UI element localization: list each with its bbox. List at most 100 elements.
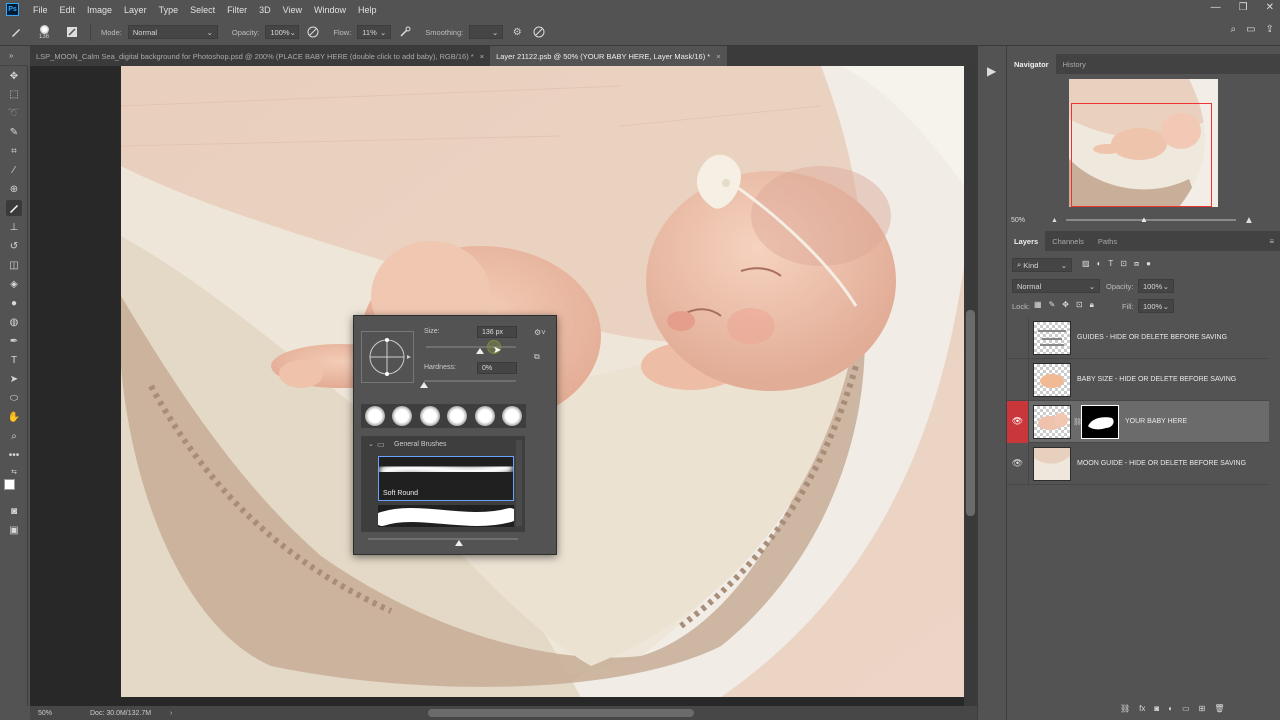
new-layer-icon[interactable]: ⊞ [1199, 704, 1206, 713]
collapse-chevron-icon[interactable]: » [9, 51, 13, 60]
horizontal-scroll-thumb[interactable] [428, 709, 694, 717]
marquee-tool-icon[interactable]: ⬚ [6, 86, 22, 102]
group-folder-icon[interactable]: ▭ [1182, 704, 1190, 713]
tab-history[interactable]: History [1056, 54, 1093, 74]
smoothing-input[interactable]: ⌄ [469, 25, 504, 39]
navigator-zoom-value[interactable]: 50% [1011, 217, 1051, 224]
blend-mode-select[interactable]: Normal ⌄ [1012, 279, 1100, 293]
eraser-tool-icon[interactable]: ◫ [6, 257, 22, 273]
brush-angle-preview[interactable] [361, 331, 414, 383]
brush-list-scrollbar[interactable] [516, 440, 522, 526]
lock-all-icon[interactable]: 🔒︎ [1090, 300, 1094, 310]
move-tool-icon[interactable]: ✥ [6, 68, 22, 84]
quick-mask-icon[interactable]: ◙ [6, 503, 22, 519]
paint-bucket-tool-icon[interactable]: ◈ [6, 276, 22, 292]
tab-layers[interactable]: Layers [1007, 231, 1046, 251]
brush-item-soft-round[interactable]: Soft Round [378, 456, 514, 501]
status-zoom[interactable]: 50% [30, 710, 60, 717]
zoom-tool-icon[interactable]: ⌕ [6, 428, 22, 444]
stamp-tool-icon[interactable]: ⊥ [6, 219, 22, 235]
brush-preset[interactable] [419, 406, 440, 426]
zoom-in-icon[interactable]: ▲ [1244, 215, 1254, 226]
toolbar-grip[interactable]: » [0, 46, 28, 66]
layer-row-moon-guide[interactable]: 👁︎ MOON GUIDE - HIDE OR DELETE BEFORE SA… [1007, 442, 1269, 485]
history-brush-tool-icon[interactable]: ↺ [6, 238, 22, 254]
folder-chevron-icon[interactable]: ⌄ [368, 440, 374, 448]
size-slider-thumb[interactable] [476, 348, 484, 354]
close-icon[interactable]: × [480, 52, 484, 61]
play-action-icon[interactable]: ▶ [987, 64, 996, 78]
add-mask-icon[interactable]: ◙ [1154, 704, 1159, 713]
layer-opacity-input[interactable]: 100% ⌄ [1138, 279, 1174, 293]
preview-size-slider[interactable] [368, 538, 518, 540]
vertical-scroll-thumb[interactable] [966, 310, 975, 516]
adjustment-layer-icon[interactable]: ◐ [1168, 704, 1173, 713]
lasso-tool-icon[interactable]: ➰ [6, 105, 22, 121]
blur-tool-icon[interactable]: ● [6, 295, 22, 311]
hardness-slider-thumb[interactable] [420, 382, 428, 388]
navigator-zoom-thumb[interactable]: ▲ [1140, 215, 1148, 224]
pressure-size-icon[interactable] [531, 24, 547, 40]
layer-row-guides[interactable]: GUIDES - HIDE OR DELETE BEFORE SAVING [1007, 316, 1269, 359]
brush-tool-icon[interactable] [6, 200, 22, 216]
hand-tool-icon[interactable]: ✋ [6, 409, 22, 425]
size-slider[interactable] [426, 346, 516, 348]
crop-tool-icon[interactable]: ⌗ [6, 143, 22, 159]
new-preset-icon[interactable]: ⧉ [534, 352, 540, 362]
pen-tool-icon[interactable]: ✒ [6, 333, 22, 349]
menu-view[interactable]: View [277, 5, 308, 15]
tab-layer-21122[interactable]: Layer 21122.psb @ 50% (YOUR BABY HERE, L… [490, 46, 727, 66]
lock-position-icon[interactable]: ✥ [1062, 300, 1069, 310]
layer-filter-kind[interactable]: ⌕ Kind ⌄ [1012, 258, 1072, 272]
type-tool-icon[interactable]: T [6, 352, 22, 368]
close-icon[interactable]: ✕ [1266, 2, 1274, 13]
pressure-opacity-icon[interactable] [305, 24, 321, 40]
link-layers-icon[interactable]: ⛓ [1120, 704, 1130, 713]
healing-tool-icon[interactable]: ⊕ [6, 181, 22, 197]
airbrush-icon[interactable] [397, 24, 413, 40]
eye-icon[interactable]: 👁︎ [1007, 400, 1029, 443]
menu-filter[interactable]: Filter [221, 5, 253, 15]
brush-preset[interactable] [447, 406, 468, 426]
menu-layer[interactable]: Layer [118, 5, 153, 15]
zoom-out-icon[interactable]: ▲ [1051, 217, 1058, 224]
fx-icon[interactable]: fx [1139, 704, 1145, 713]
path-select-tool-icon[interactable]: ➤ [6, 371, 22, 387]
menu-type[interactable]: Type [153, 5, 185, 15]
filter-toggle-icon[interactable]: ● [1146, 259, 1151, 269]
menu-3d[interactable]: 3D [253, 5, 277, 15]
tab-paths[interactable]: Paths [1091, 231, 1124, 251]
brush-preset[interactable] [392, 406, 413, 426]
gear-icon[interactable]: ⚙˅ [534, 328, 546, 337]
maximize-icon[interactable]: ❐ [1239, 2, 1248, 13]
menu-image[interactable]: Image [81, 5, 118, 15]
flow-input[interactable]: 11% ⌄ [357, 25, 392, 39]
quick-select-tool-icon[interactable]: ✎ [6, 124, 22, 140]
visibility-toggle[interactable] [1007, 316, 1029, 359]
lock-transparent-icon[interactable]: ▦ [1034, 300, 1042, 310]
opacity-input[interactable]: 100% ⌄ [265, 25, 300, 39]
size-input[interactable]: 136 px [477, 326, 517, 338]
brush-tool-icon[interactable] [8, 24, 24, 40]
brush-preset[interactable] [502, 406, 523, 426]
menu-select[interactable]: Select [184, 5, 221, 15]
lock-pixels-icon[interactable]: ✎ [1049, 300, 1056, 310]
status-menu-chevron-icon[interactable]: › [170, 710, 172, 717]
smart-object-filter-icon[interactable]: ⧈ [1134, 259, 1139, 269]
more-tools-icon[interactable]: ••• [6, 447, 22, 463]
shape-tool-icon[interactable]: ⬭ [6, 390, 22, 406]
tab-navigator[interactable]: Navigator [1007, 54, 1056, 74]
eyedropper-tool-icon[interactable]: ⁄ [6, 162, 22, 178]
navigator-view-box[interactable] [1071, 103, 1212, 207]
brush-preset[interactable] [364, 406, 385, 426]
screen-mode-icon[interactable]: ▣ [6, 522, 22, 538]
adjustment-filter-icon[interactable]: ◐ [1097, 259, 1102, 269]
type-filter-icon[interactable]: T [1108, 259, 1113, 269]
brush-preset[interactable] [474, 406, 495, 426]
layer-row-your-baby-here[interactable]: 👁︎ ⛓ YOUR BABY HERE [1007, 400, 1269, 443]
minimize-icon[interactable]: — [1211, 2, 1221, 13]
menu-file[interactable]: File [27, 5, 54, 15]
mode-select[interactable]: Normal ⌄ [127, 25, 218, 39]
foreground-color-swatch[interactable] [4, 479, 15, 490]
pixel-filter-icon[interactable]: ▨ [1082, 259, 1090, 269]
